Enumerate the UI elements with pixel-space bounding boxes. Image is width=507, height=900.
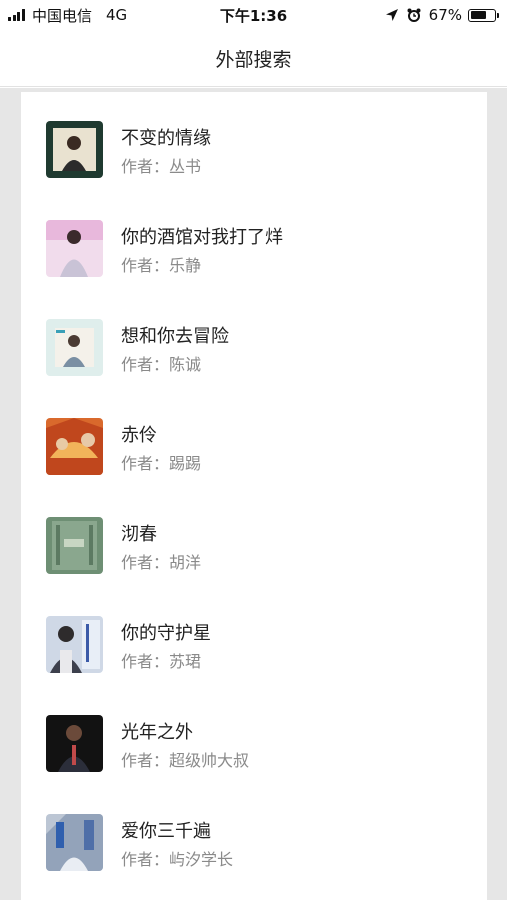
song-author: 作者：屿汐学长 — [121, 850, 234, 869]
album-cover-image — [46, 616, 103, 673]
album-cover-image — [46, 121, 103, 178]
song-title: 想和你去冒险 — [121, 326, 229, 347]
song-title: 沏春 — [121, 524, 157, 545]
status-bar: 中国电信 4G 下午1:36 67% — [0, 0, 507, 30]
song-author: 作者：超级帅大叔 — [121, 751, 250, 770]
album-cover-image — [46, 319, 103, 376]
song-list: 不变的情缘 作者：丛书 你的酒馆对我打了烊 作者：乐静 想和你去冒险 作者：陈诚… — [21, 92, 487, 900]
song-title: 赤伶 — [121, 425, 157, 446]
album-cover-image — [46, 220, 103, 277]
song-item[interactable]: 爱你三千遍 作者：屿汐学长 — [21, 785, 487, 884]
song-item[interactable]: 赤伶 作者：踢踢 — [21, 389, 487, 488]
album-cover-image — [46, 715, 103, 772]
song-item[interactable]: 不变的情缘 作者：丛书 — [21, 92, 487, 191]
song-item[interactable]: 你的守护星 作者：苏珺 — [21, 587, 487, 686]
status-right: 67% — [385, 5, 499, 25]
battery-icon — [468, 8, 499, 22]
battery-percentage: 67% — [428, 6, 462, 24]
album-cover-image — [46, 517, 103, 574]
location-arrow-icon — [385, 8, 399, 22]
nav-bar: 外部搜索 — [0, 30, 507, 87]
song-author: 作者：苏珺 — [121, 652, 202, 671]
song-author: 作者：踢踢 — [121, 454, 202, 473]
song-author: 作者：乐静 — [121, 256, 202, 275]
song-title: 爱你三千遍 — [121, 821, 211, 842]
song-item[interactable]: 你的酒馆对我打了烊 作者：乐静 — [21, 191, 487, 290]
song-title: 不变的情缘 — [121, 128, 211, 149]
alarm-clock-icon — [407, 8, 421, 22]
album-cover-image — [46, 814, 103, 871]
album-cover-image — [46, 418, 103, 475]
page-title: 外部搜索 — [215, 49, 292, 71]
song-item[interactable]: 光年之外 作者：超级帅大叔 — [21, 686, 487, 785]
song-author: 作者：丛书 — [121, 157, 202, 176]
song-item[interactable]: 沏春 作者：胡洋 — [21, 488, 487, 587]
song-title: 你的守护星 — [121, 623, 211, 644]
song-author: 作者：陈诚 — [121, 355, 202, 374]
song-item[interactable]: 想和你去冒险 作者：陈诚 — [21, 290, 487, 389]
song-title: 你的酒馆对我打了烊 — [121, 227, 283, 248]
song-author: 作者：胡洋 — [121, 553, 202, 572]
song-title: 光年之外 — [121, 722, 193, 743]
